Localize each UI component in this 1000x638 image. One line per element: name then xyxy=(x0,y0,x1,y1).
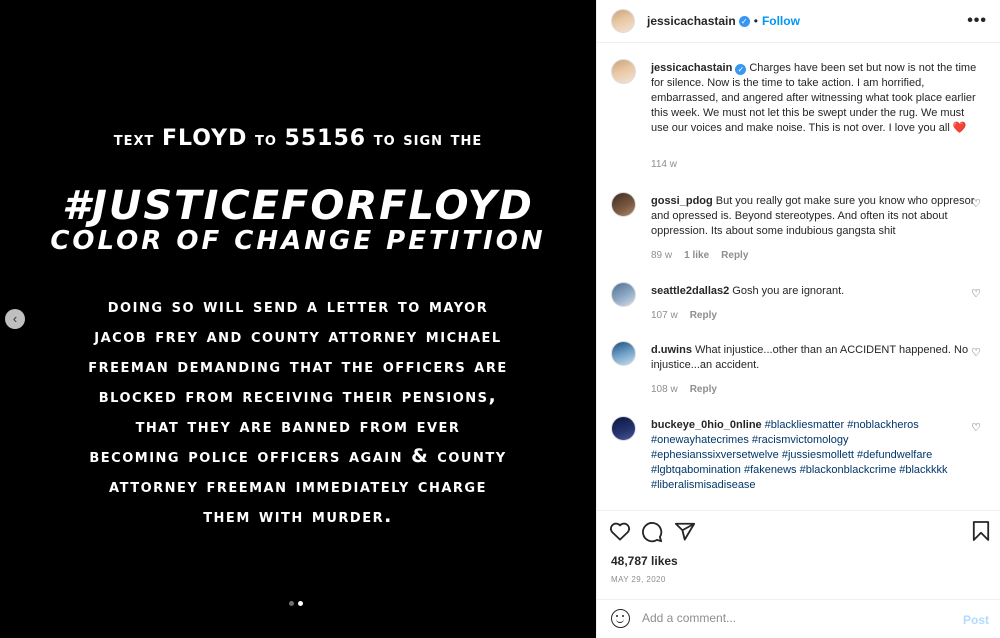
carousel-dot xyxy=(289,601,294,606)
media-line1-keyword: FLOYD xyxy=(162,126,248,151)
instagram-post-view: text FLOYD to 55156 to sign the #JUSTICE… xyxy=(0,0,1000,638)
share-icon[interactable] xyxy=(674,521,696,543)
comment-text-block: buckeye_0hio_0nline #blackliesmatter #nob… xyxy=(651,418,977,493)
caption-time[interactable]: 114 w xyxy=(651,159,677,170)
comment-username[interactable]: seattle2dallas2 xyxy=(651,285,729,297)
reply-button[interactable]: Reply xyxy=(690,384,717,395)
media-petition-title: COLOR OF CHANGE PETITION xyxy=(50,226,546,256)
comment-icon[interactable] xyxy=(641,521,663,543)
comment-like-count[interactable]: 1 like xyxy=(684,250,709,261)
comment-meta: 89 w 1 like Reply xyxy=(651,250,748,261)
caption-meta: 114 w xyxy=(651,159,677,170)
add-comment-bar: Post xyxy=(597,599,1000,638)
avatar[interactable] xyxy=(611,59,636,84)
heart-icon[interactable]: ♡ xyxy=(971,287,981,300)
comments-list[interactable]: jessicachastain ✓ Charges have been set bu… xyxy=(597,44,1000,509)
media-hashtag: #JUSTICEFORFLOYD xyxy=(62,183,534,229)
post-button[interactable]: Post xyxy=(963,613,989,627)
caption-text-block: jessicachastain ✓ Charges have been set bu… xyxy=(651,61,977,136)
bookmark-icon[interactable] xyxy=(972,521,990,541)
comment-text-block: d.uwins What injustice...other than an AC… xyxy=(651,343,977,373)
media-line1-mid: to xyxy=(255,128,277,150)
comment-text-block: gossi_pdog But you really got make sure y… xyxy=(651,194,977,239)
avatar[interactable] xyxy=(611,282,636,307)
media-body-line: becoming police officers again & county xyxy=(89,445,507,467)
comment-username[interactable]: gossi_pdog xyxy=(651,195,713,207)
caption-username[interactable]: jessicachastain xyxy=(651,62,732,74)
post-media: text FLOYD to 55156 to sign the #JUSTICE… xyxy=(0,0,596,638)
verified-badge-icon: ✓ xyxy=(735,64,747,75)
media-body-line: attorney freeman immediately charge xyxy=(109,475,487,497)
media-line-text-floyd: text FLOYD to 55156 to sign the xyxy=(0,126,596,151)
comment-username[interactable]: d.uwins xyxy=(651,344,692,356)
red-heart-emoji: ❤️ xyxy=(952,122,967,134)
chevron-left-icon[interactable]: ‹ xyxy=(5,309,25,329)
media-body-line: that they are banned from ever xyxy=(135,415,461,437)
header-username[interactable]: jessicachastain xyxy=(647,14,736,28)
comment-time[interactable]: 89 w xyxy=(651,250,672,261)
media-body-line: jacob frey and county attorney michael xyxy=(94,325,502,347)
media-body-line: doing so will send a letter to mayor xyxy=(107,295,489,317)
heart-icon[interactable]: ♡ xyxy=(971,197,981,210)
carousel-indicator xyxy=(289,601,303,606)
media-body-line: blocked from receiving their pensions, xyxy=(98,385,498,407)
avatar[interactable] xyxy=(611,9,635,33)
carousel-dot-active xyxy=(298,601,303,606)
media-body-line: them with murder. xyxy=(203,505,393,527)
comment-text-block: seattle2dallas2 Gosh you are ignorant. xyxy=(651,284,977,299)
post-header: jessicachastain ✓ • Follow ••• xyxy=(597,0,1000,43)
reply-button[interactable]: Reply xyxy=(721,250,748,261)
comment-username[interactable]: buckeye_0hio_0nline xyxy=(651,419,762,431)
comment-text: Gosh you are ignorant. xyxy=(732,285,845,297)
comment-meta: 108 w Reply xyxy=(651,384,717,395)
comment-text: What injustice...other than an ACCIDENT … xyxy=(651,344,969,371)
media-body-text: doing so will send a letter to mayor jac… xyxy=(30,291,566,531)
emoji-icon[interactable] xyxy=(611,609,630,628)
more-options-icon[interactable]: ••• xyxy=(967,12,987,30)
media-line1-suffix: to sign the xyxy=(373,128,483,150)
verified-badge-icon: ✓ xyxy=(738,15,750,27)
media-line1-number: 55156 xyxy=(284,126,367,151)
media-line1-prefix: text xyxy=(113,128,155,150)
heart-icon[interactable] xyxy=(609,521,631,541)
reply-button[interactable]: Reply xyxy=(690,310,717,321)
follow-button[interactable]: Follow xyxy=(762,14,800,28)
comment-time[interactable]: 108 w xyxy=(651,384,678,395)
avatar[interactable] xyxy=(611,192,636,217)
heart-icon[interactable]: ♡ xyxy=(971,421,981,434)
post-sidebar: jessicachastain ✓ • Follow ••• jessicach… xyxy=(596,0,1000,638)
like-count[interactable]: 48,787 likes xyxy=(611,554,678,568)
header-separator: • xyxy=(753,14,758,28)
comment-time[interactable]: 107 w xyxy=(651,310,678,321)
heart-icon[interactable]: ♡ xyxy=(971,346,981,359)
avatar[interactable] xyxy=(611,341,636,366)
avatar[interactable] xyxy=(611,416,636,441)
comment-input[interactable] xyxy=(642,611,942,625)
post-actions-bar xyxy=(597,510,1000,552)
post-date[interactable]: MAY 29, 2020 xyxy=(611,575,666,584)
media-body-line: freeman demanding that the officers are xyxy=(88,355,508,377)
comment-meta: 107 w Reply xyxy=(651,310,717,321)
